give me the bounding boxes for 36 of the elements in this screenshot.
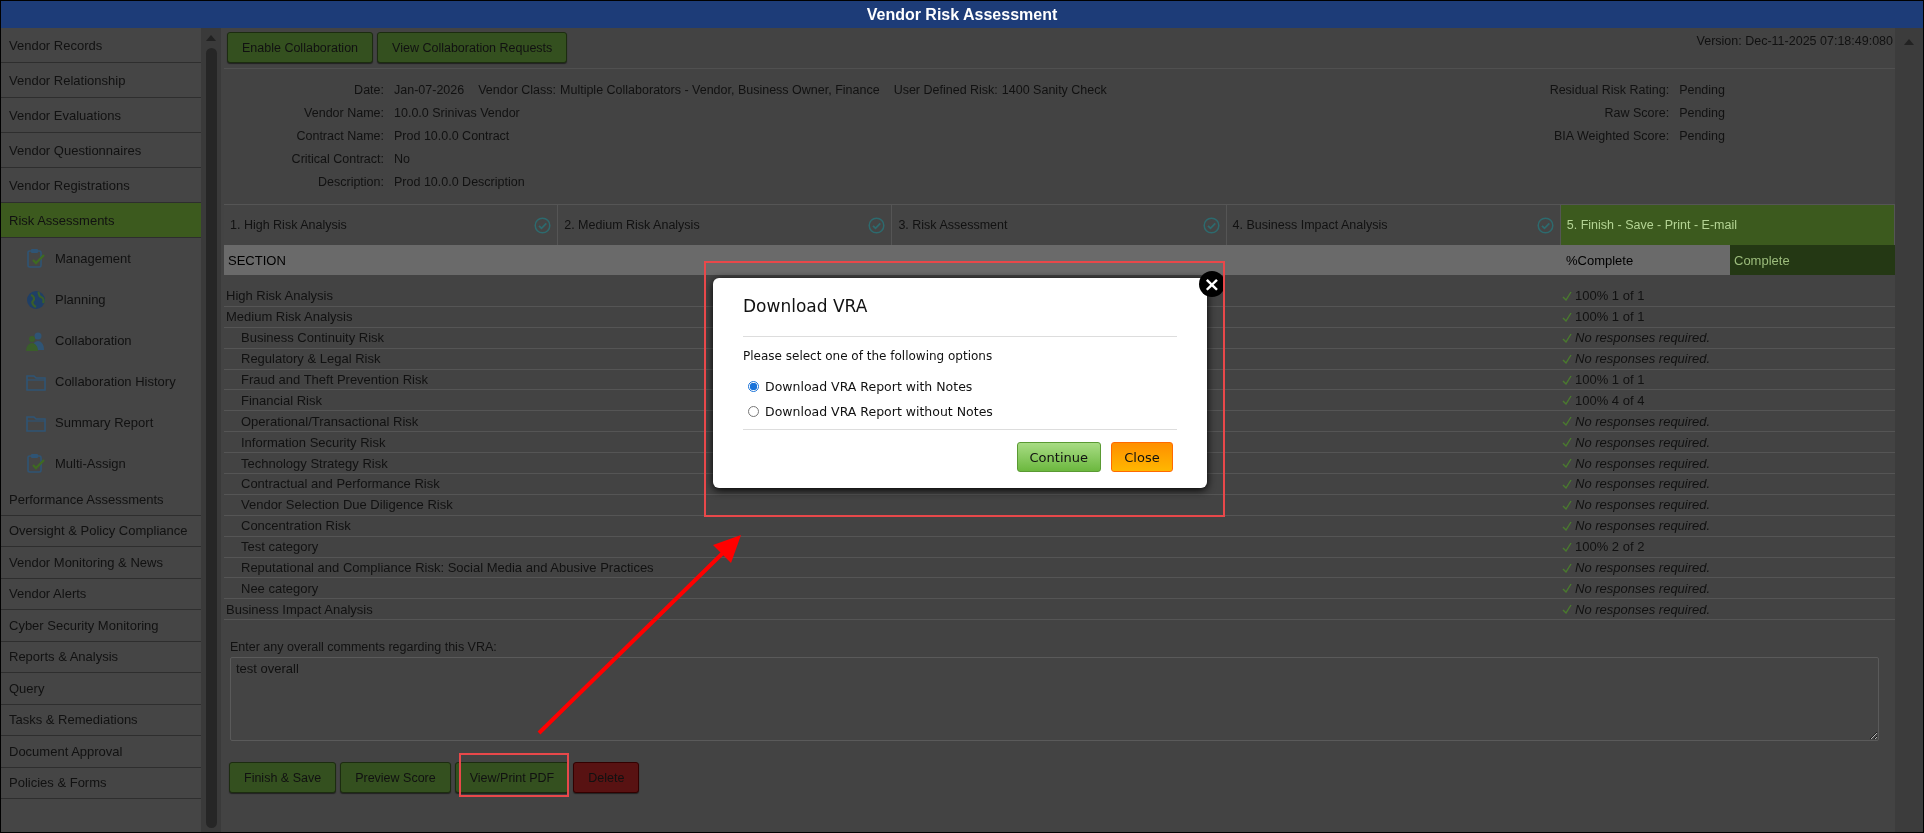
check-icon: [1562, 499, 1572, 510]
dialog-button[interactable]: Continue: [1016, 442, 1101, 472]
clipboard-check-icon: [25, 247, 47, 270]
action-button[interactable]: Delete: [573, 762, 640, 794]
column-header: %Complete: [1562, 245, 1730, 275]
check-icon: [1562, 374, 1572, 385]
toolbar-button[interactable]: View Collaboration Requests: [377, 32, 568, 63]
check-icon: [1562, 416, 1572, 427]
check-icon: [1562, 437, 1572, 448]
action-button[interactable]: Preview Score: [340, 762, 451, 794]
globe-icon: [25, 288, 47, 311]
check-icon: [1562, 541, 1572, 552]
column-header: Complete: [1730, 245, 1895, 275]
check-icon: [1562, 332, 1572, 343]
check-icon: [1562, 520, 1572, 531]
dialog-button[interactable]: Close: [1111, 442, 1173, 472]
check-icon: [1562, 311, 1572, 322]
window-title: Vendor Risk Assessment: [1, 1, 1923, 29]
action-button[interactable]: View/Print PDF: [454, 762, 570, 794]
sidebar-item[interactable]: Risk Assessments: [1, 203, 201, 238]
check-icon: [1562, 395, 1572, 406]
dialog-prompt: Please select one of the following options: [743, 349, 994, 363]
check-icon: [1562, 562, 1572, 573]
radio-button[interactable]: [748, 381, 759, 392]
check-icon: [1562, 290, 1572, 301]
check-icon: [1562, 458, 1572, 469]
toolbar-button[interactable]: Enable Collaboration: [227, 32, 374, 63]
check-icon: [1562, 478, 1572, 489]
clipboard-check-icon: [25, 452, 47, 475]
step-tab[interactable]: 5. Finish - Save - Print - E-mail: [1560, 205, 1895, 245]
check-icon: [1562, 604, 1572, 615]
column-header: SECTION: [224, 245, 1562, 275]
action-button[interactable]: Finish & Save: [229, 762, 337, 794]
radio-button[interactable]: [748, 406, 759, 417]
check-icon: [1562, 583, 1572, 594]
check-icon: [1562, 353, 1572, 364]
